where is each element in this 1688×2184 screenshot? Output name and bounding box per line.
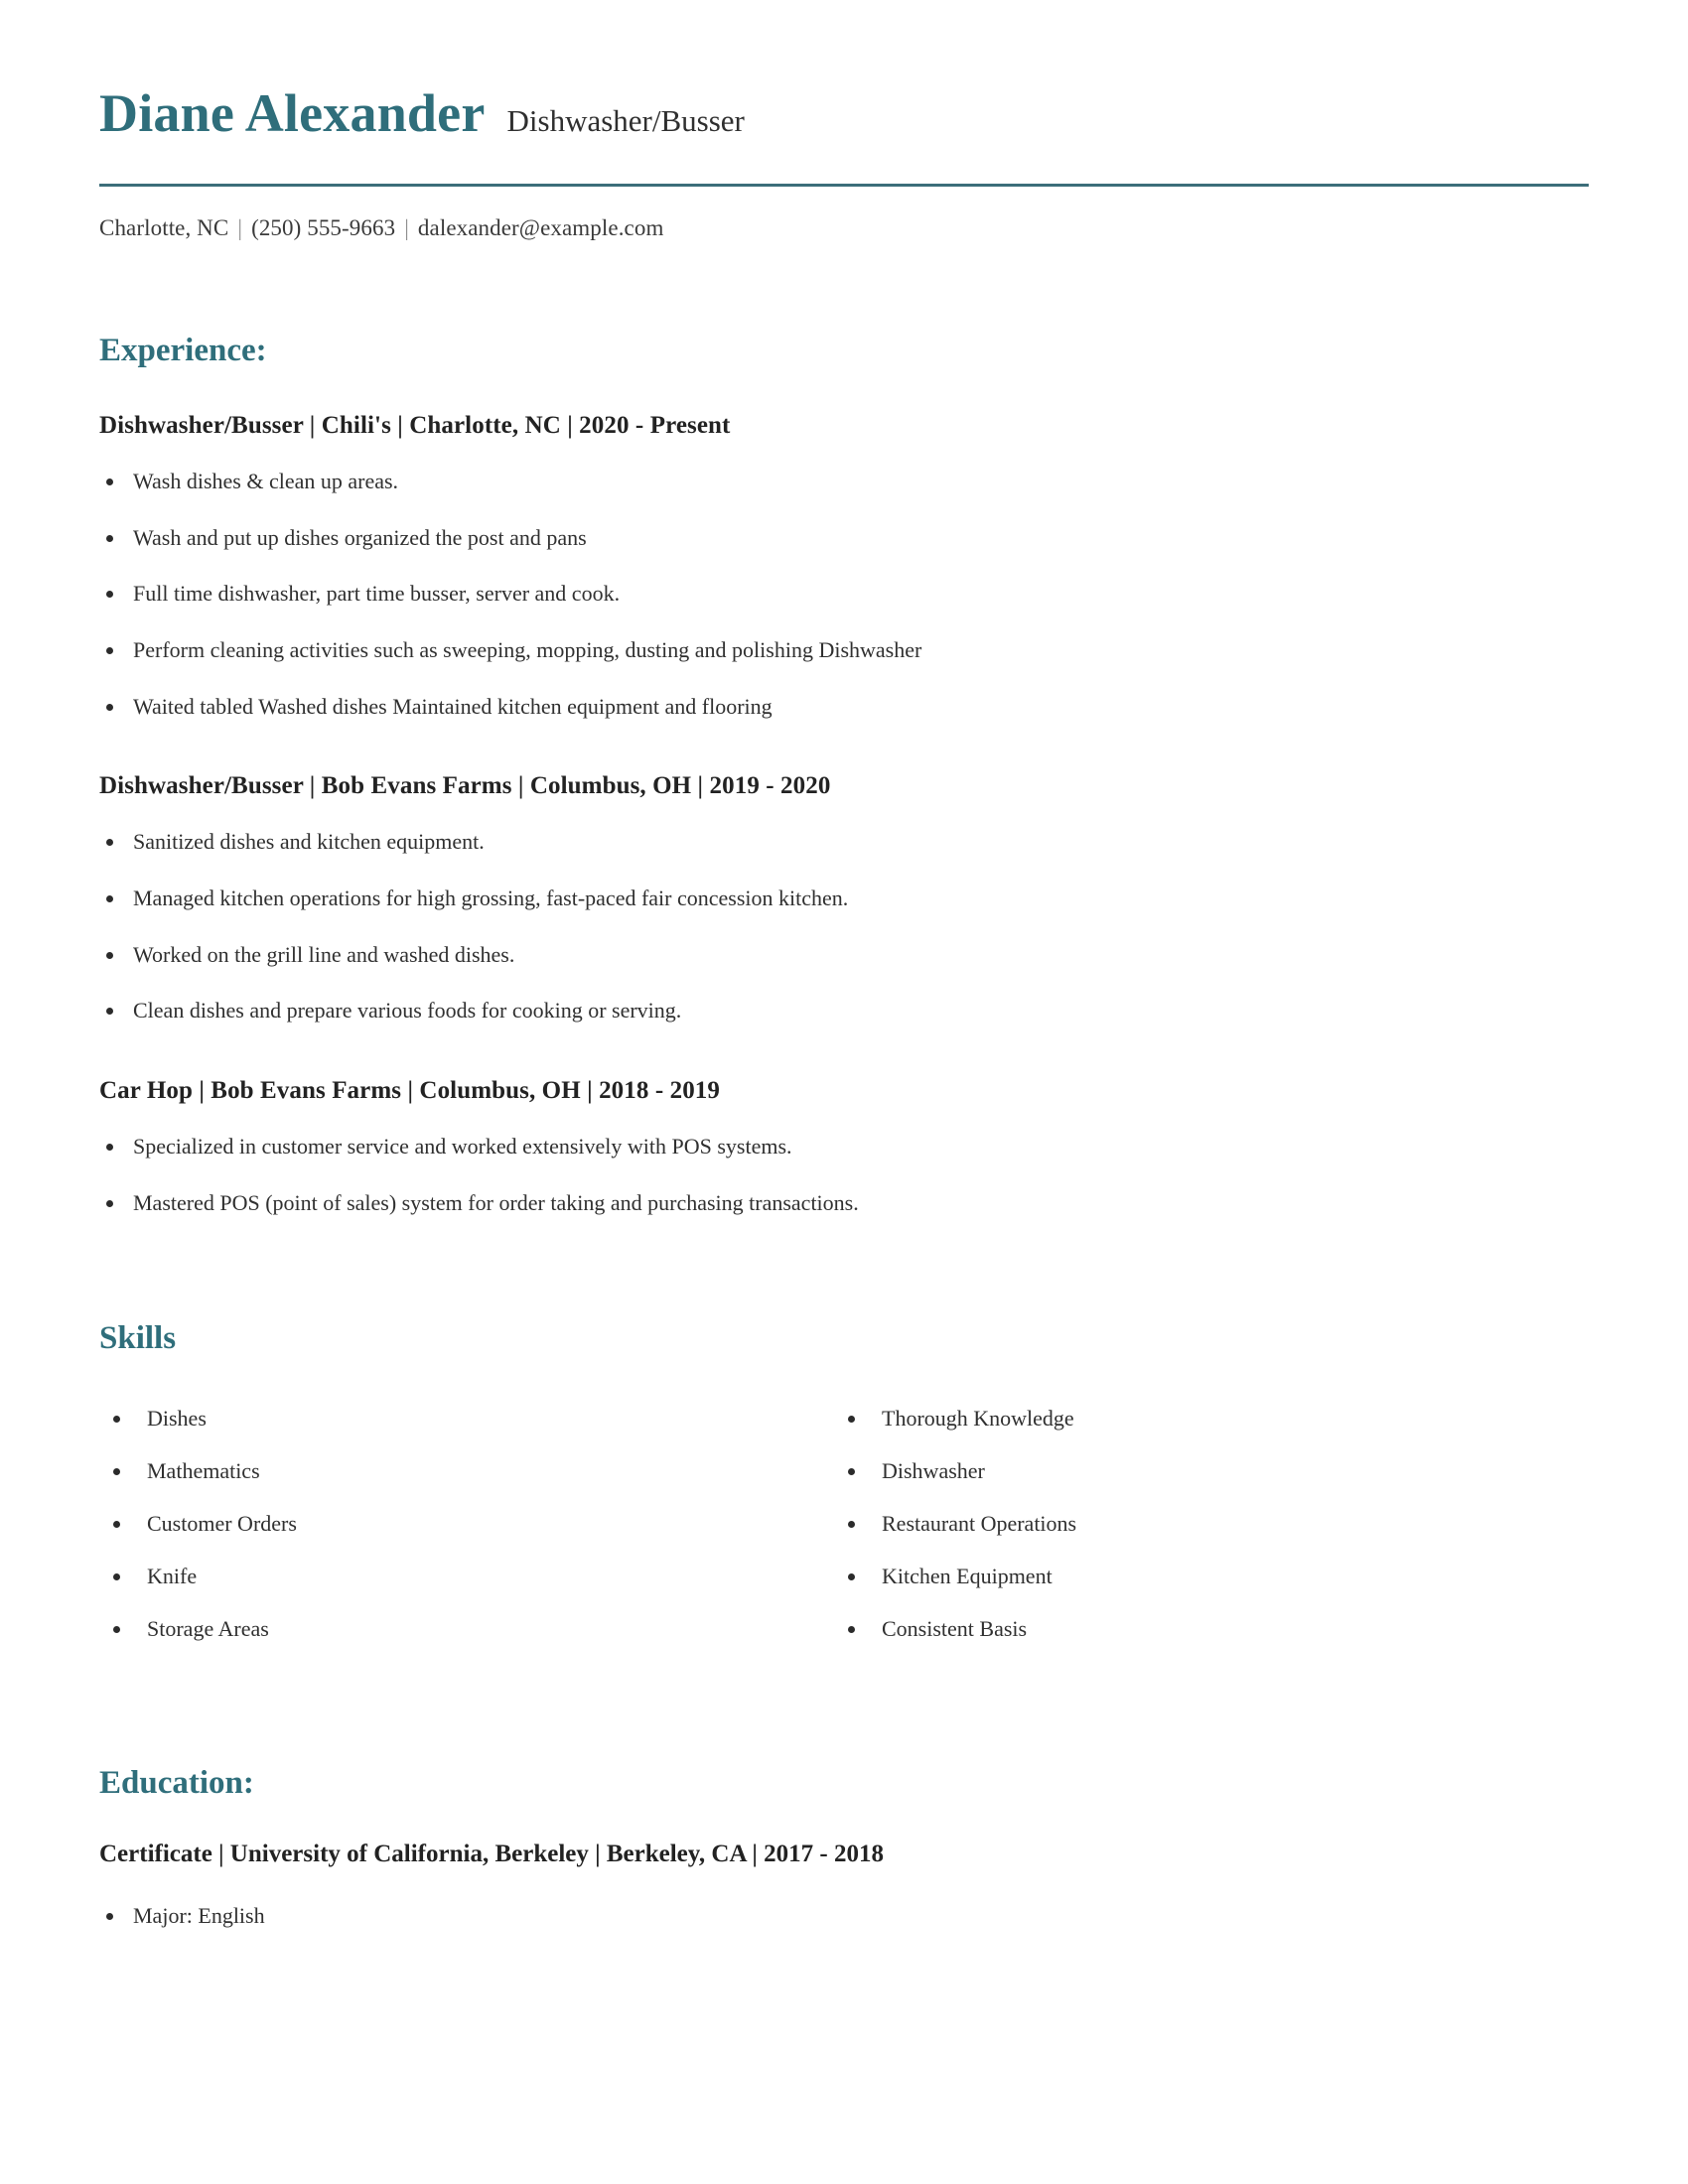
list-item: Managed kitchen operations for high gros… [99,885,1589,913]
education-entry-bullets: Major: English [99,1902,1589,1931]
list-item: Sanitized dishes and kitchen equipment. [99,828,1589,857]
experience-entry: Dishwasher/Busser | Chili's | Charlotte,… [99,410,1589,721]
resume-header: Diane Alexander Dishwasher/Busser Charlo… [99,77,1589,241]
list-item: Kitchen Equipment [834,1551,1589,1603]
list-item: Thorough Knowledge [834,1393,1589,1445]
list-item: Full time dishwasher, part time busser, … [99,580,1589,609]
list-item: Customer Orders [99,1498,834,1551]
list-item: Worked on the grill line and washed dish… [99,941,1589,970]
resume-page: Diane Alexander Dishwasher/Busser Charlo… [0,0,1688,2184]
list-item: Dishwasher [834,1445,1589,1498]
list-item: Wash dishes & clean up areas. [99,468,1589,496]
list-item: Restaurant Operations [834,1498,1589,1551]
candidate-name: Diane Alexander [99,83,486,143]
list-item: Mastered POS (point of sales) system for… [99,1189,1589,1218]
education-section: Education: Certificate | University of C… [99,1765,1589,1931]
contact-location: Charlotte, NC [99,214,229,240]
experience-entry-heading: Dishwasher/Busser | Bob Evans Farms | Co… [99,772,831,800]
education-entry-heading: Certificate | University of California, … [99,1840,884,1867]
contact-separator-2: | [404,214,409,240]
list-item: Storage Areas [99,1603,834,1656]
list-item: Knife [99,1551,834,1603]
list-item: Perform cleaning activities such as swee… [99,636,1589,665]
experience-entry-heading: Dishwasher/Busser | Chili's | Charlotte,… [99,411,731,439]
contact-separator-1: | [237,214,243,240]
contact-email: dalexander@example.com [417,214,664,240]
experience-entry: Dishwasher/Busser | Bob Evans Farms | Co… [99,770,1589,1025]
contact-line: Charlotte, NC | (250) 555-9663 | dalexander@… [99,215,1589,241]
experience-section: Experience: Dishwasher/Busser | Chili's … [99,333,1589,1218]
experience-entry-bullets: Sanitized dishes and kitchen equipment. … [99,828,1589,1024]
list-item: Mathematics [99,1445,834,1498]
list-item: Wash and put up dishes organized the pos… [99,524,1589,553]
skills-section: Skills Dishes Thorough Knowledge Mathema… [99,1320,1589,1655]
list-item: Waited tabled Washed dishes Maintained k… [99,693,1589,722]
education-heading: Education: [99,1764,254,1801]
list-item: Major: English [99,1902,1589,1931]
list-item: Specialized in customer service and work… [99,1133,1589,1161]
header-divider [99,183,1589,187]
list-item: Consistent Basis [834,1603,1589,1656]
list-item: Dishes [99,1393,834,1445]
name-row: Diane Alexander Dishwasher/Busser [99,77,1589,142]
candidate-job-title: Dishwasher/Busser [506,103,745,138]
experience-entry-bullets: Wash dishes & clean up areas. Wash and p… [99,468,1589,721]
experience-entry-heading: Car Hop | Bob Evans Farms | Columbus, OH… [99,1076,721,1104]
skills-grid: Dishes Thorough Knowledge Mathematics Di… [99,1393,1589,1656]
skills-heading: Skills [99,1320,177,1357]
list-item: Clean dishes and prepare various foods f… [99,997,1589,1025]
experience-heading: Experience: [99,332,267,368]
experience-entry-bullets: Specialized in customer service and work… [99,1133,1589,1217]
contact-phone: (250) 555-9663 [251,214,396,240]
experience-entry: Car Hop | Bob Evans Farms | Columbus, OH… [99,1075,1589,1217]
